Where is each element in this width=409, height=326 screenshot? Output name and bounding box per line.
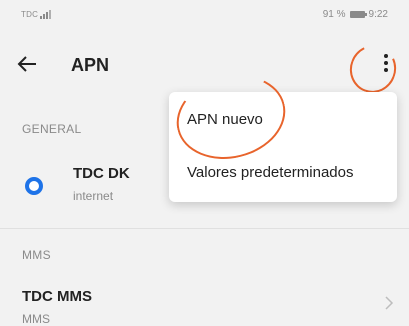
menu-item-new-apn[interactable]: APN nuevo [187,111,263,128]
battery-percent: 91 % [322,9,346,20]
clock: 9:22 [368,9,388,20]
more-vertical-icon[interactable] [376,51,396,77]
arrow-left-icon[interactable] [16,53,38,75]
mms-name: TDC MMS [22,288,92,305]
status-bar: TDC 91 % 9:22 [0,0,409,32]
overflow-menu: APN nuevo Valores predeterminados [169,92,397,202]
radio-selected-icon[interactable] [25,177,43,195]
apn-type: internet [73,189,114,203]
app-bar: APN [0,42,409,92]
section-label-mms: MMS [22,248,51,262]
carrier-label: TDC [21,10,39,19]
apn-name: TDC DK [73,165,130,182]
signal-icon [40,10,51,19]
mms-row-tdc-mms[interactable]: TDC MMS MMS [0,280,409,326]
chevron-right-icon [385,296,394,310]
page-title: APN [71,55,110,75]
status-right: 91 % 9:22 [323,9,388,20]
section-divider [0,228,409,229]
section-label-general: GENERAL [22,122,82,136]
battery-icon [349,11,367,18]
mms-type: MMS [22,312,50,326]
menu-item-reset-defaults[interactable]: Valores predeterminados [187,164,353,181]
